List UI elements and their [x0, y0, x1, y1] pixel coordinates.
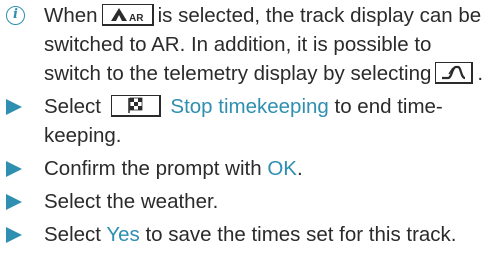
info-text-start: When	[44, 4, 98, 27]
triangle-bullet-icon	[6, 194, 22, 210]
triangle-bullet-icon	[6, 99, 22, 115]
info-icon: i	[6, 6, 25, 25]
checkered-flag-icon	[110, 95, 161, 117]
step-1-text-before: Select	[44, 95, 101, 118]
yes-label: Yes	[106, 223, 140, 246]
stop-timekeeping-label: Stop timekeeping	[170, 95, 329, 118]
triangle-bullet-icon	[6, 161, 22, 177]
step-select-weather: Select the weather.	[6, 187, 484, 216]
step-3-text: Select the weather.	[44, 190, 219, 213]
ar-button-label: AR	[129, 13, 144, 23]
ar-button-icon: AR	[101, 4, 154, 26]
ok-label: OK	[267, 157, 297, 180]
step-save-times: Select Yes to save the times set for thi…	[6, 220, 484, 249]
instruction-list: i When AR is selected, the track display…	[6, 0, 484, 249]
info-text-end: .	[477, 62, 484, 85]
telemetry-curve-icon	[435, 62, 474, 84]
step-2-text-after: .	[296, 157, 303, 180]
info-note: i When AR is selected, the track display…	[6, 1, 484, 88]
step-4-text-before: Select	[44, 223, 101, 246]
step-confirm-prompt: Confirm the prompt with OK.	[6, 154, 484, 183]
step-2-text-before: Confirm the prompt with	[44, 157, 262, 180]
step-stop-timekeeping: Select Stop timekeeping to end time-keep…	[6, 92, 484, 150]
step-4-text-after: to save the times set for this track.	[145, 223, 457, 246]
triangle-bullet-icon	[6, 227, 22, 243]
